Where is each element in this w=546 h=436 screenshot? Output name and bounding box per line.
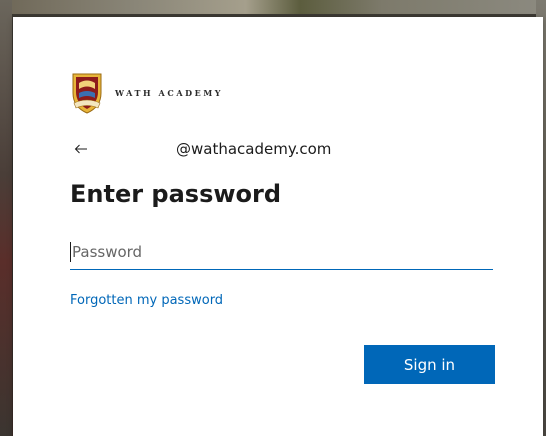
sign-in-button[interactable]: Sign in <box>364 345 495 384</box>
text-caret <box>70 242 71 262</box>
account-email: @wathacademy.com <box>176 140 332 158</box>
background-photo-left <box>0 0 12 436</box>
brand-name: WATH ACADEMY <box>115 88 224 98</box>
identity-banner: @wathacademy.com <box>71 138 491 160</box>
password-input[interactable] <box>70 237 493 267</box>
forgot-password-link[interactable]: Forgotten my password <box>70 293 223 308</box>
page-title: Enter password <box>70 180 282 208</box>
sign-in-card: WATH ACADEMY @wathacademy.com Enter pass… <box>13 17 543 436</box>
school-crest-icon <box>72 73 102 114</box>
brand-logo: WATH ACADEMY <box>71 71 223 115</box>
background-photo-top <box>0 0 546 14</box>
password-field-wrapper <box>70 237 493 270</box>
back-arrow-icon[interactable] <box>71 138 91 160</box>
